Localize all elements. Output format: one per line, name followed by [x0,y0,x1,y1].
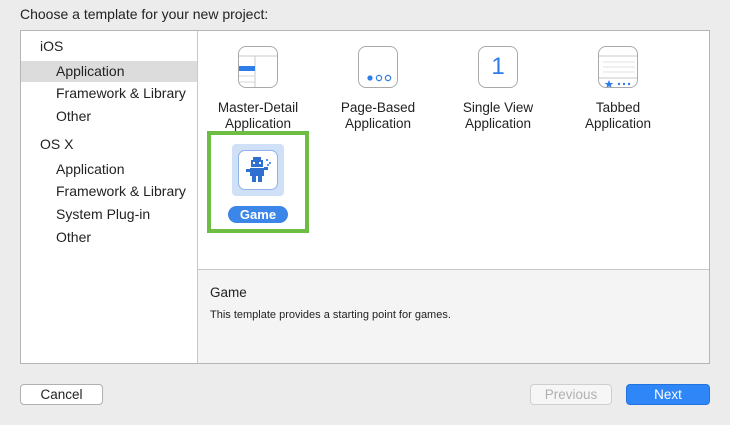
template-tabbed[interactable]: Tabbed Application [558,46,678,136]
selection-background [232,144,284,196]
sidebar-item-osx-other[interactable]: Other [21,227,197,248]
sidebar: iOS Application Framework & Library Othe… [21,31,198,363]
sidebar-header-osx: OS X [40,136,74,152]
template-master-detail[interactable]: Master-Detail Application [198,46,318,136]
template-label: Page-Based Application [340,100,416,131]
template-description: Game This template provides a starting p… [198,269,709,363]
description-title: Game [210,285,247,300]
description-text: This template provides a starting point … [210,309,451,321]
template-single-view[interactable]: 1 Single View Application [438,46,558,136]
template-label: Master-Detail Application [217,100,299,131]
sidebar-item-ios-application[interactable]: Application [21,61,197,82]
single-view-icon: 1 [478,46,518,88]
single-view-icon-number: 1 [491,53,505,80]
sidebar-header-ios: iOS [40,38,64,54]
cancel-button[interactable]: Cancel [20,384,103,405]
page-based-icon [358,46,398,88]
next-button[interactable]: Next [626,384,710,405]
master-detail-icon [238,46,278,88]
sidebar-item-ios-other[interactable]: Other [21,106,197,127]
sidebar-item-osx-framework-library[interactable]: Framework & Library [21,181,197,202]
template-page-based[interactable]: Page-Based Application [318,46,438,136]
template-label: Tabbed Application [584,100,652,131]
game-icon [238,150,278,190]
tabbed-icon [598,46,638,88]
sidebar-item-osx-system-plugin[interactable]: System Plug-in [21,204,197,225]
template-panel: iOS Application Framework & Library Othe… [20,30,710,364]
sidebar-item-osx-application[interactable]: Application [21,159,197,180]
template-label: Single View Application [462,100,534,131]
template-game[interactable]: Game [207,131,309,233]
dialog-heading: Choose a template for your new project: [20,6,269,22]
sidebar-item-ios-framework-library[interactable]: Framework & Library [21,83,197,104]
template-label-game: Game [228,206,288,223]
previous-button: Previous [530,384,612,405]
